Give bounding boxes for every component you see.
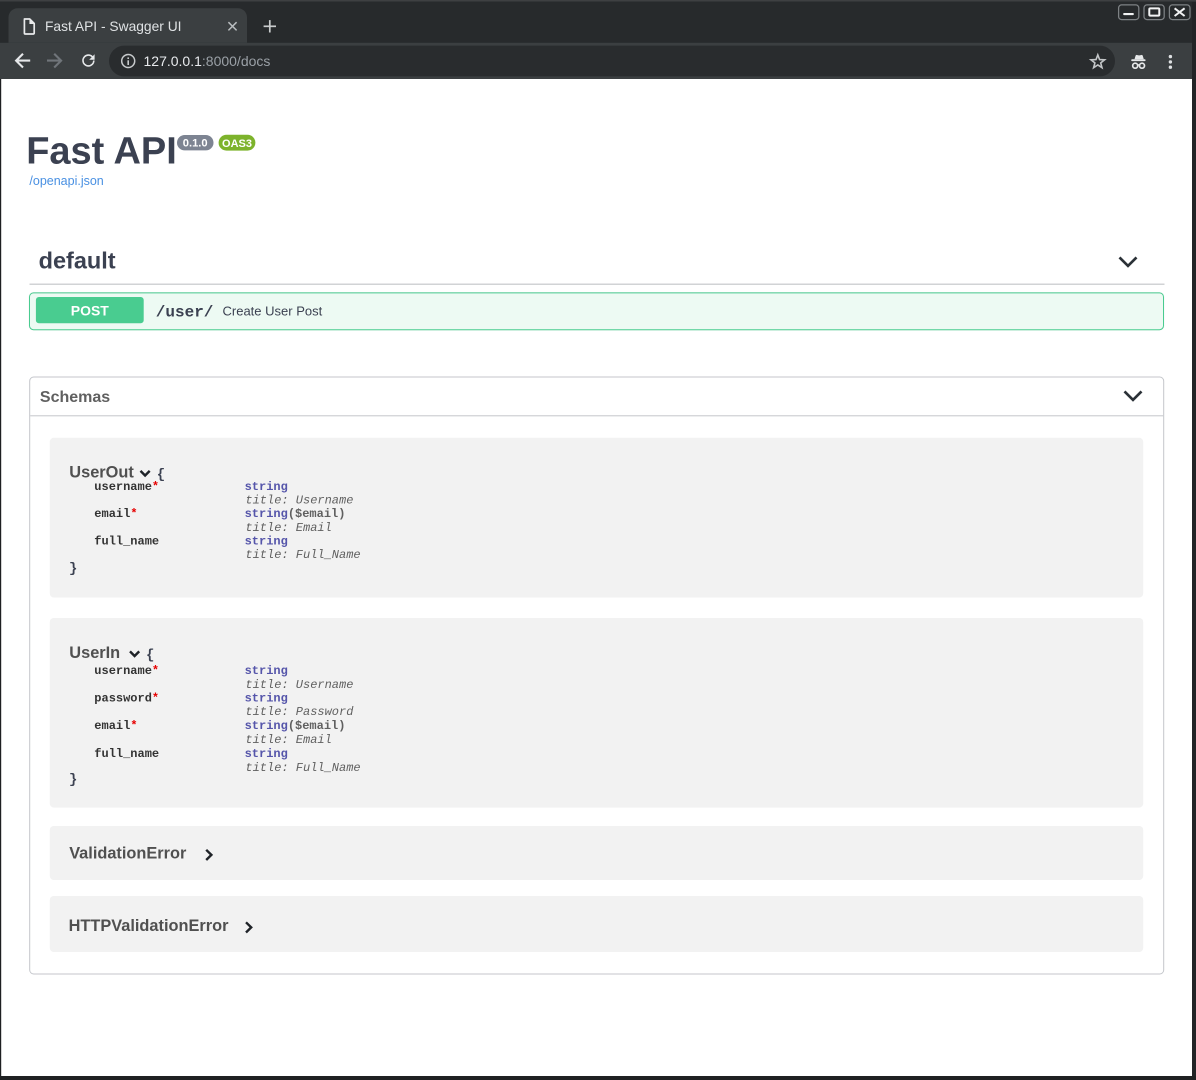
svg-text:email*: email* xyxy=(94,719,137,733)
svg-text:string: string xyxy=(245,747,288,761)
svg-text:full_name: full_name xyxy=(94,747,159,761)
svg-text:string($email): string($email) xyxy=(245,507,346,521)
svg-text:title: Full_Name: title: Full_Name xyxy=(245,761,360,775)
svg-text:{: { xyxy=(146,648,154,664)
svg-text:full_name: full_name xyxy=(94,534,159,548)
svg-text:0.1.0: 0.1.0 xyxy=(183,138,208,150)
svg-text:title: Username: title: Username xyxy=(245,494,353,508)
svg-text:}: } xyxy=(69,561,77,577)
svg-text:email*: email* xyxy=(94,507,137,521)
svg-text:UserOut: UserOut xyxy=(69,463,134,481)
svg-text:127.0.0.1:8000/docs: 127.0.0.1:8000/docs xyxy=(144,53,271,69)
svg-text:HTTPValidationError: HTTPValidationError xyxy=(69,917,229,935)
svg-text:Fast API - Swagger UI: Fast API - Swagger UI xyxy=(45,19,182,34)
svg-text:title: Email: title: Email xyxy=(245,521,331,535)
svg-text:title: Username: title: Username xyxy=(245,678,353,692)
svg-text:string: string xyxy=(245,664,288,678)
svg-text:ValidationError: ValidationError xyxy=(69,845,187,863)
svg-text:username*: username* xyxy=(94,664,159,678)
svg-text:title: Password: title: Password xyxy=(245,705,354,719)
svg-text:string: string xyxy=(245,534,288,548)
svg-text:POST: POST xyxy=(71,302,110,318)
svg-text:Schemas: Schemas xyxy=(40,389,110,406)
svg-text:string: string xyxy=(245,480,288,494)
svg-text:default: default xyxy=(39,248,116,274)
svg-text:string: string xyxy=(245,691,288,705)
svg-text:OAS3: OAS3 xyxy=(222,138,252,150)
svg-text:UserIn: UserIn xyxy=(69,644,120,662)
svg-text:title: Full_Name: title: Full_Name xyxy=(245,548,360,562)
svg-text:username*: username* xyxy=(94,480,159,494)
svg-text:password*: password* xyxy=(94,691,159,705)
svg-text:/openapi.json: /openapi.json xyxy=(29,174,103,188)
svg-text:/user/: /user/ xyxy=(156,303,214,321)
svg-text:Create User Post: Create User Post xyxy=(223,304,323,319)
svg-text:title: Email: title: Email xyxy=(245,733,331,747)
svg-text:string($email): string($email) xyxy=(245,719,346,733)
svg-text:Fast API: Fast API xyxy=(26,130,177,172)
svg-text:}: } xyxy=(69,772,77,788)
